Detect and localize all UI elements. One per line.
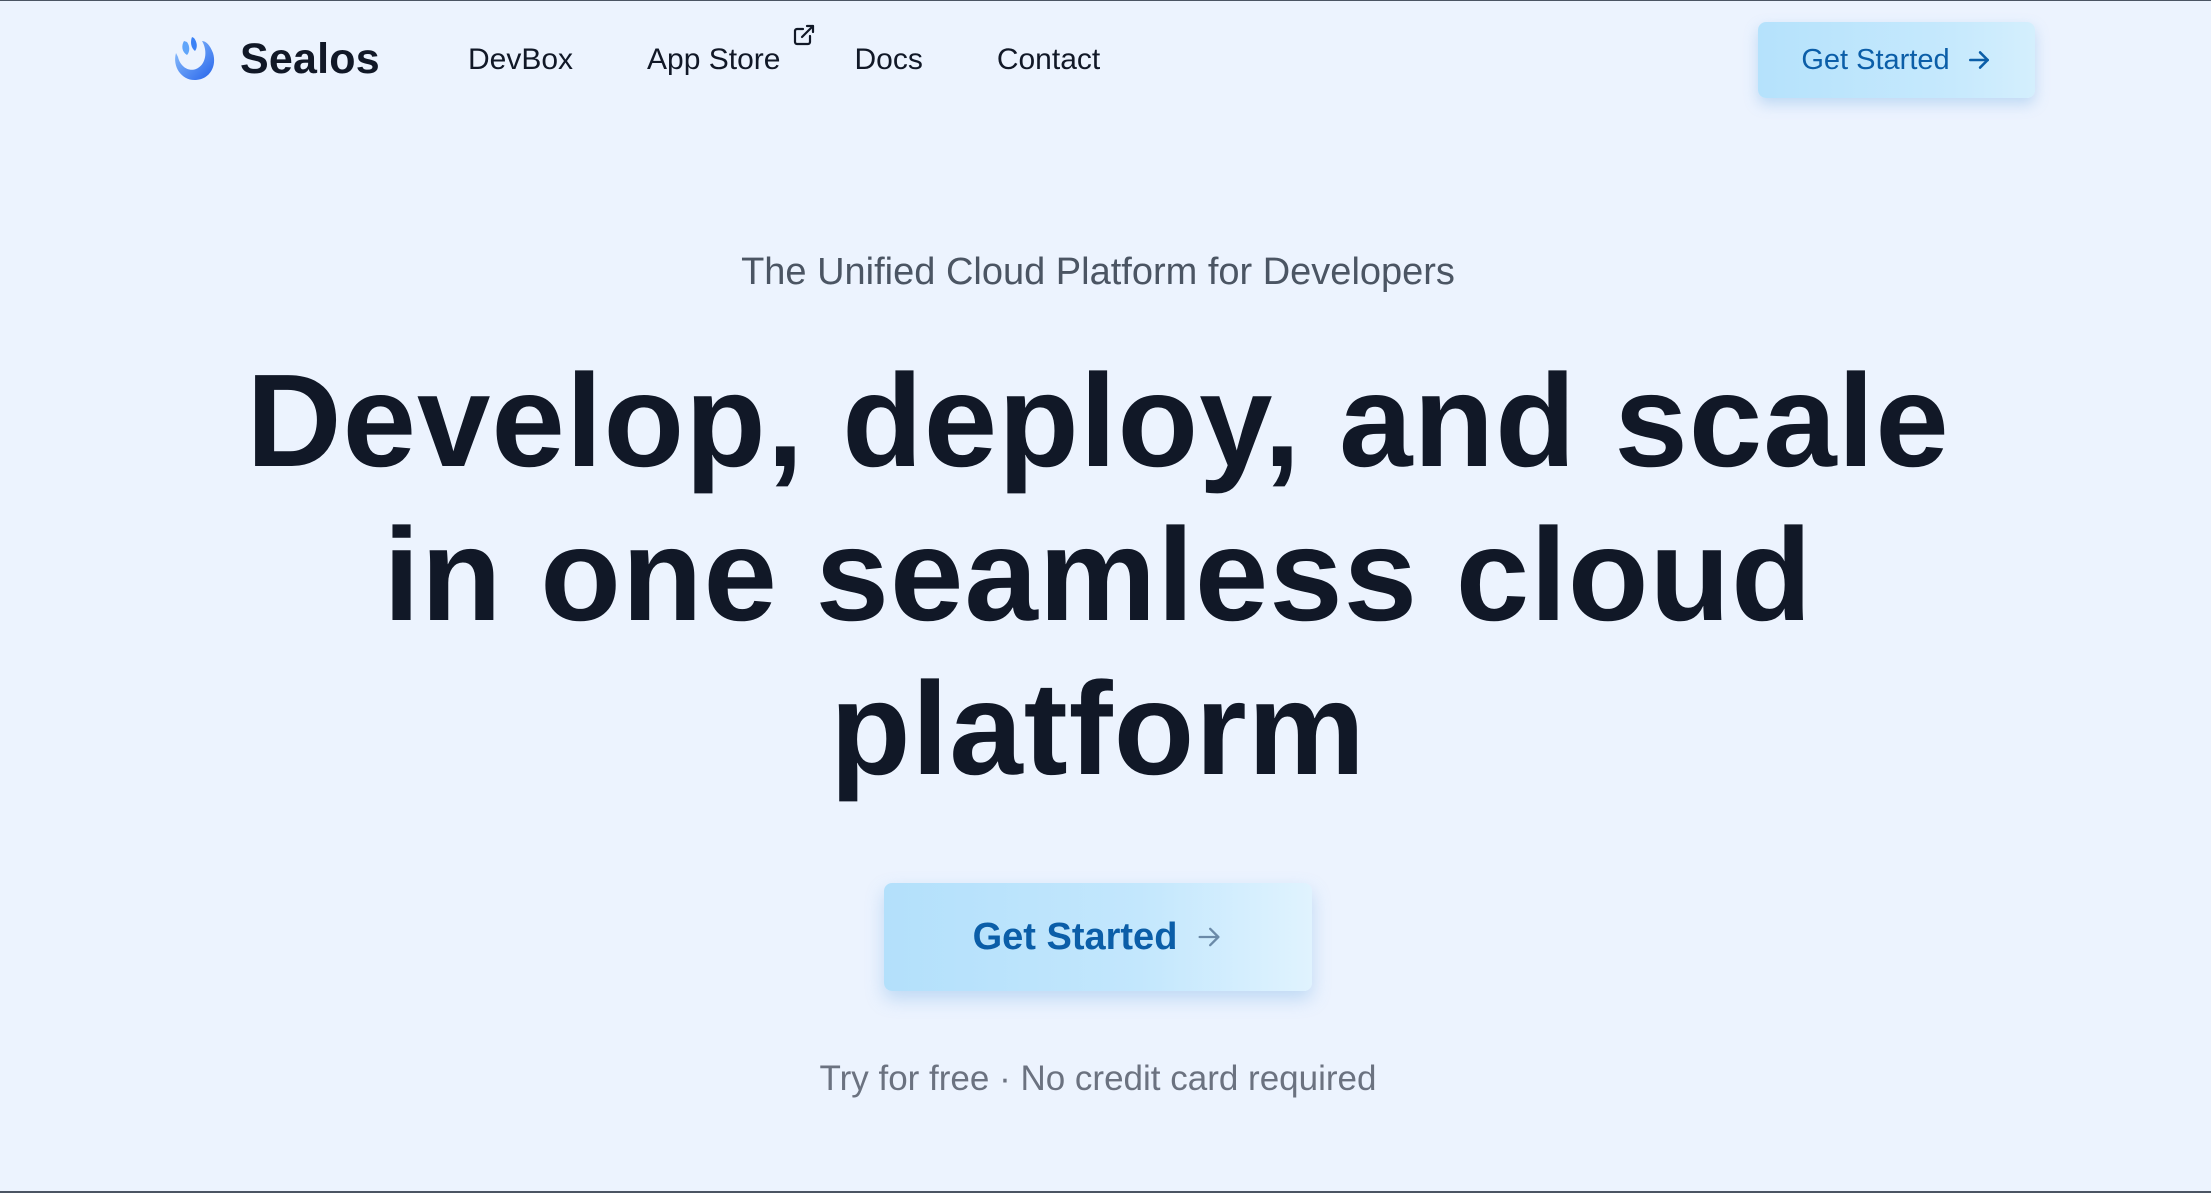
top-navigation: Sealos DevBox App Store Docs Contact Get… [0, 1, 2211, 119]
hero-get-started-label: Get Started [972, 915, 1178, 958]
hero-headline-line-3: platform [830, 655, 1366, 802]
nav-link-devbox[interactable]: DevBox [468, 45, 573, 75]
arrow-right-icon [1968, 51, 1989, 69]
header-get-started-label: Get Started [1801, 43, 1950, 76]
hero-get-started-button[interactable]: Get Started [884, 883, 1312, 991]
hero-headline: Develop, deploy, and scale in one seamle… [0, 344, 2196, 806]
header-get-started-button[interactable]: Get Started [1758, 22, 2035, 98]
hero-headline-line-1: Develop, deploy, and scale [246, 347, 1950, 494]
nav-link-app-store[interactable]: App Store [647, 24, 815, 76]
nav-links: DevBox App Store Docs Contact [468, 1, 1174, 119]
nav-link-docs[interactable]: Docs [854, 45, 922, 75]
brand-name: Sealos [240, 34, 380, 83]
hero-eyebrow: The Unified Cloud Platform for Developer… [741, 251, 1455, 293]
external-link-icon [794, 24, 815, 46]
nav-link-contact[interactable]: Contact [997, 45, 1100, 75]
brand-home-link[interactable]: Sealos [166, 31, 380, 87]
sealos-logo-icon [175, 37, 215, 81]
hero-note: Try for free · No credit card required [819, 1059, 1377, 1098]
arrow-right-icon [1198, 927, 1220, 947]
hero-headline-line-2: in one seamless cloud [383, 501, 1813, 648]
nav-link-app-store-label: App Store [647, 43, 781, 76]
